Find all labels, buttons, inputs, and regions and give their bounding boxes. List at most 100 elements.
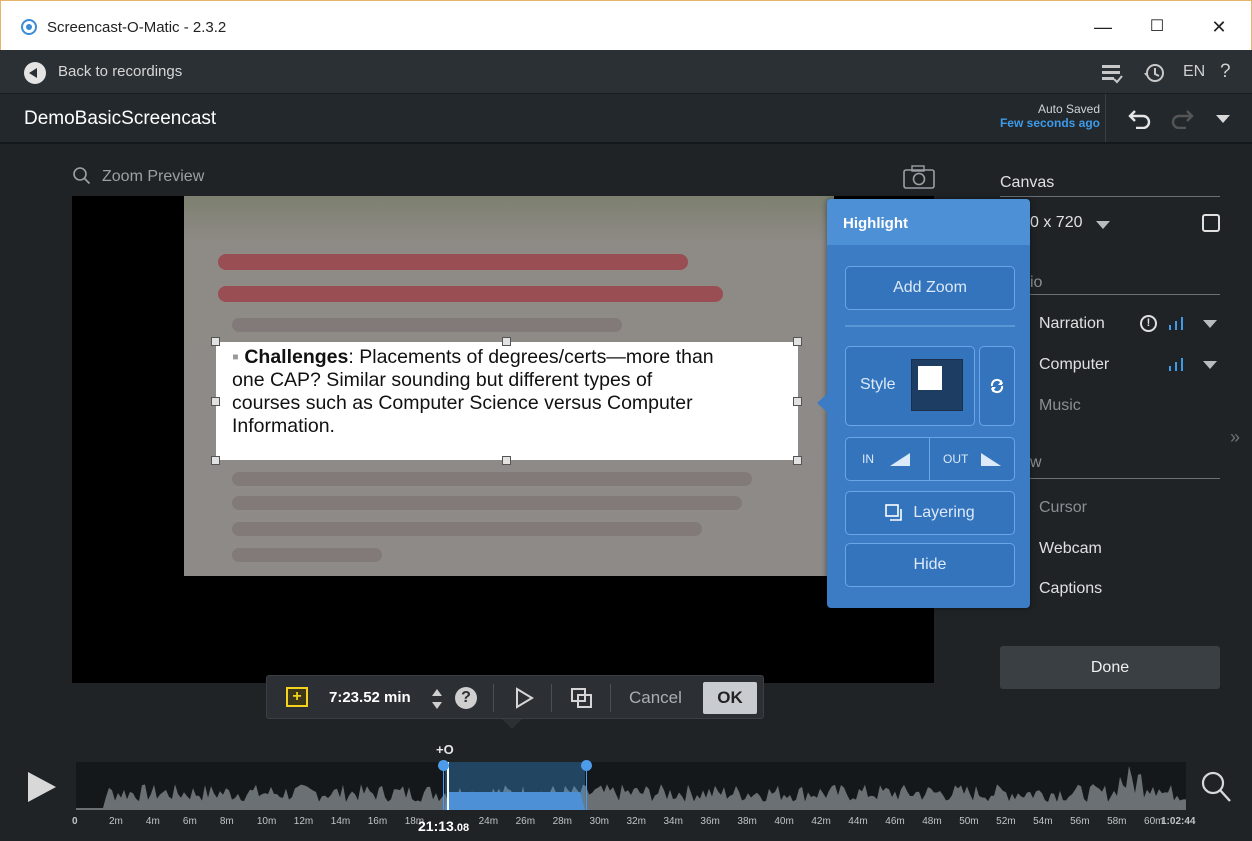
style-button[interactable]: Style: [845, 346, 975, 426]
add-marker-button[interactable]: +O: [436, 742, 454, 757]
canvas-size[interactable]: 0 x 720: [1030, 214, 1082, 232]
audio-level-icon[interactable]: [1168, 356, 1184, 372]
layering-label: Layering: [913, 504, 975, 521]
refresh-style-button[interactable]: [979, 346, 1015, 426]
chevron-down-icon[interactable]: [1096, 221, 1110, 229]
undo-icon[interactable]: [1128, 107, 1154, 129]
resize-handle[interactable]: [211, 456, 220, 465]
canvas-checkbox[interactable]: [1202, 214, 1220, 232]
canvas-panel: Canvas 0 x 720 io Narration ! Computer M…: [1000, 160, 1220, 700]
play-icon[interactable]: [513, 687, 535, 709]
back-arrow-icon[interactable]: [24, 62, 46, 84]
expand-panel-icon[interactable]: »: [1230, 427, 1240, 448]
fade-out-icon: [981, 453, 1001, 466]
timeline-tick-label: 48m: [922, 816, 942, 827]
timeline-track[interactable]: [76, 762, 1186, 810]
computer-audio-label[interactable]: Computer: [1039, 356, 1109, 374]
resize-handle[interactable]: [793, 397, 802, 406]
timeline-tick-label: 6m: [182, 816, 197, 827]
window-title: Screencast-O-Matic - 2.3.2: [47, 19, 227, 36]
hide-button[interactable]: Hide: [845, 543, 1015, 587]
resize-handle[interactable]: [502, 337, 511, 346]
zoom-preview-label[interactable]: Zoom Preview: [102, 168, 204, 186]
add-zoom-button[interactable]: Add Zoom: [845, 266, 1015, 310]
timeline-tick-label: 58m: [1107, 816, 1127, 827]
highlight-line-1: : Placements of degrees/certs—more than: [348, 346, 714, 368]
in-transition-button[interactable]: IN: [846, 438, 930, 480]
done-button[interactable]: Done: [1000, 646, 1220, 689]
captions-label[interactable]: Captions: [1039, 580, 1102, 598]
history-icon[interactable]: [1142, 61, 1166, 85]
highlight-tool-icon[interactable]: +: [286, 687, 308, 707]
resize-handle[interactable]: [793, 456, 802, 465]
divider: [1030, 478, 1220, 479]
timeline-tick-label: 26m: [515, 816, 536, 827]
segment-end-handle[interactable]: [581, 760, 592, 771]
language-selector[interactable]: EN: [1183, 63, 1205, 81]
title-bar: Screencast-O-Matic - 2.3.2 — ☐ ✕: [0, 0, 1252, 50]
camera-icon[interactable]: [902, 164, 936, 190]
computer-chevron-down-icon[interactable]: [1203, 361, 1217, 369]
out-transition-button[interactable]: OUT: [931, 438, 1015, 480]
segment-end-line: [586, 771, 587, 810]
challenges-heading: Challenges: [244, 346, 349, 368]
timeline-tick-label: 24m: [478, 816, 499, 827]
segment-start-handle[interactable]: [438, 760, 449, 771]
resize-handle[interactable]: [793, 337, 802, 346]
style-swatch: [911, 359, 963, 411]
audio-level-icon[interactable]: [1168, 315, 1184, 331]
highlight-text: ▪ Challenges: Placements of degrees/cert…: [232, 346, 802, 438]
narration-chevron-down-icon[interactable]: [1203, 320, 1217, 328]
project-name[interactable]: DemoBasicScreencast: [24, 108, 216, 130]
current-time-fraction: .08: [453, 822, 470, 834]
webcam-label[interactable]: Webcam: [1039, 540, 1102, 558]
highlight-line-3: courses such as Computer Science versus …: [232, 392, 693, 414]
timeline-tick-label: 36m: [700, 816, 720, 827]
duration-stepper-icon[interactable]: [430, 687, 444, 711]
narration-label[interactable]: Narration: [1039, 315, 1105, 333]
help-icon[interactable]: ?: [1220, 61, 1231, 83]
highlight-panel: Highlight Add Zoom Style IN OUT Layering…: [827, 199, 1030, 608]
autosave-time: Few seconds ago: [999, 116, 1100, 130]
out-label: OUT: [943, 452, 969, 466]
edit-toolbar: + 7:23.52 min ? Cancel OK: [266, 675, 764, 719]
music-label[interactable]: Music: [1039, 397, 1081, 415]
style-label: Style: [860, 376, 896, 393]
close-button[interactable]: ✕: [1199, 13, 1239, 41]
timeline-tick-label: 8m: [219, 816, 234, 827]
timeline-tick-label: 12m: [293, 816, 314, 827]
maximize-button[interactable]: ☐: [1137, 13, 1177, 41]
duration-value[interactable]: 7:23.52 min: [329, 689, 411, 706]
toolbar-pointer: [502, 719, 522, 729]
ok-button[interactable]: OK: [703, 682, 757, 714]
layering-button[interactable]: Layering: [845, 491, 1015, 535]
timeline-tick-label: 54m: [1033, 816, 1053, 827]
back-to-recordings-link[interactable]: Back to recordings: [58, 63, 182, 80]
play-icon[interactable]: [26, 770, 58, 804]
copy-icon[interactable]: [570, 687, 594, 709]
cursor-label[interactable]: Cursor: [1039, 499, 1087, 517]
help-icon[interactable]: ?: [455, 687, 477, 709]
redo-icon[interactable]: [1168, 107, 1194, 129]
timeline-tick-label: 50m: [959, 816, 979, 827]
video-preview[interactable]: ▪ Challenges: Placements of degrees/cert…: [72, 196, 934, 683]
search-icon[interactable]: [72, 166, 92, 186]
app-icon: [21, 19, 37, 35]
minimize-button[interactable]: —: [1083, 13, 1123, 41]
view-section-label: w: [1030, 454, 1042, 471]
cancel-button[interactable]: Cancel: [629, 688, 682, 708]
timeline-tick-label: 32m: [626, 816, 646, 827]
resize-handle[interactable]: [211, 397, 220, 406]
resize-handle[interactable]: [502, 456, 511, 465]
more-menu-chevron-icon[interactable]: [1216, 115, 1230, 123]
current-time: 21:13.08: [418, 818, 469, 834]
divider: [1030, 294, 1220, 295]
task-list-icon[interactable]: [1100, 62, 1124, 84]
highlight-line-4: Information.: [232, 415, 335, 437]
divider: [1000, 196, 1220, 197]
resize-handle[interactable]: [211, 337, 220, 346]
timeline-tick-label: 42m: [811, 816, 831, 827]
timeline-tick-label: 52m: [996, 816, 1016, 827]
timeline-zoom-icon[interactable]: [1200, 770, 1232, 804]
warning-icon[interactable]: !: [1140, 315, 1157, 332]
